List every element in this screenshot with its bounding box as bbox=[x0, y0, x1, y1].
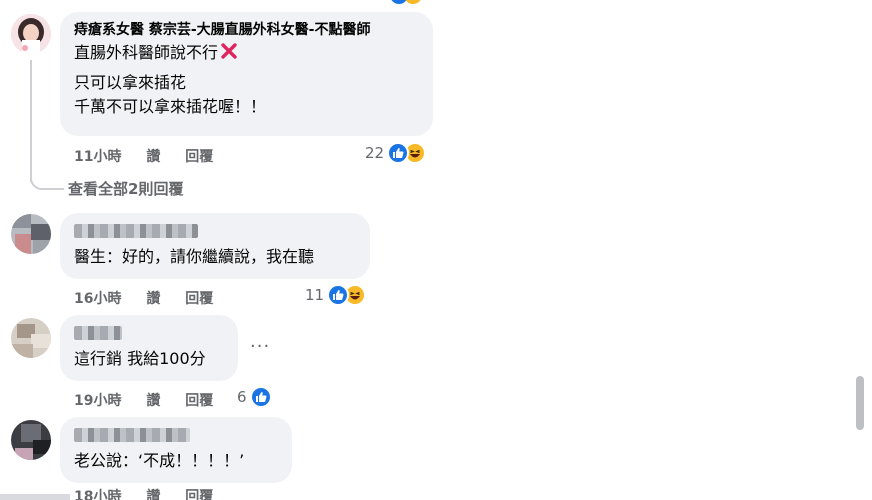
more-options-button[interactable]: ··· bbox=[250, 338, 270, 356]
comment-meta: 11小時 讚 回覆 bbox=[74, 146, 233, 166]
cross-mark-icon bbox=[221, 43, 237, 59]
comment-meta: 19小時 讚 回覆 bbox=[74, 390, 233, 410]
blurred-avatar-icon bbox=[11, 420, 51, 460]
partial-previous-meta bbox=[60, 0, 422, 6]
like-button[interactable]: 讚 bbox=[146, 291, 160, 307]
comment-line: 老公說：‘不成！！！！’ bbox=[74, 451, 245, 470]
reply-button[interactable]: 回覆 bbox=[185, 393, 213, 409]
comment-meta: 16小時 讚 回覆 bbox=[74, 288, 233, 308]
like-button[interactable]: 讚 bbox=[146, 393, 160, 409]
comment-line: 直腸外科醫師說不行 bbox=[74, 41, 419, 65]
partial-element bbox=[0, 494, 70, 500]
like-button[interactable]: 讚 bbox=[146, 149, 160, 165]
comment-time[interactable]: 18小時 bbox=[74, 489, 121, 500]
reply-button[interactable]: 回覆 bbox=[185, 489, 213, 500]
comment-author[interactable] bbox=[74, 324, 224, 343]
like-icon bbox=[249, 386, 272, 408]
scrollbar-thumb[interactable] bbox=[856, 376, 864, 430]
reply-button[interactable]: 回覆 bbox=[185, 149, 213, 165]
haha-icon bbox=[404, 0, 422, 4]
blurred-avatar-icon bbox=[11, 214, 51, 254]
reaction-summary[interactable]: 6 bbox=[237, 386, 272, 408]
like-icon bbox=[387, 142, 410, 164]
comment-line: 千萬不可以拿來插花喔！！ bbox=[74, 97, 267, 116]
comment-author[interactable]: 痔瘡系女醫 蔡宗芸-大腸直腸外科女醫-不點醫師 bbox=[74, 21, 419, 40]
reaction-count: 11 bbox=[305, 286, 325, 304]
reaction-count: 22 bbox=[365, 144, 385, 162]
avatar[interactable] bbox=[11, 14, 51, 54]
view-all-replies-link[interactable]: 查看全部2則回覆 bbox=[68, 178, 183, 199]
like-button[interactable]: 讚 bbox=[146, 489, 160, 500]
reply-button[interactable]: 回覆 bbox=[185, 291, 213, 307]
comment-bubble: 醫生：好的，請你繼續說，我在聽 bbox=[60, 213, 370, 279]
comment-bubble: 老公說：‘不成！！！！’ bbox=[60, 417, 292, 483]
comment-time[interactable]: 16小時 bbox=[74, 291, 121, 307]
comment-bubble: 這行銷 我給100分 bbox=[60, 315, 238, 381]
thread-line-curve bbox=[30, 170, 64, 190]
like-icon bbox=[327, 284, 350, 306]
reaction-summary[interactable]: 11 bbox=[305, 284, 367, 306]
thread-line bbox=[30, 60, 32, 182]
avatar[interactable] bbox=[11, 318, 51, 358]
comment-line: 這行銷 我給100分 bbox=[74, 349, 206, 368]
reaction-count: 6 bbox=[237, 388, 247, 406]
avatar[interactable] bbox=[11, 214, 51, 254]
comment-author[interactable] bbox=[74, 426, 278, 445]
comment-author[interactable] bbox=[74, 222, 356, 241]
comment-meta: 18小時 讚 回覆 bbox=[74, 486, 233, 500]
blurred-avatar-icon bbox=[11, 318, 51, 358]
avatar[interactable] bbox=[11, 420, 51, 460]
comment-line: 只可以拿來插花 bbox=[74, 73, 187, 92]
comment-line: 醫生：好的，請你繼續說，我在聽 bbox=[74, 247, 315, 266]
comment-time[interactable]: 11小時 bbox=[74, 149, 121, 165]
comment-bubble: 痔瘡系女醫 蔡宗芸-大腸直腸外科女醫-不點醫師 直腸外科醫師說不行 只可以拿來插… bbox=[60, 12, 433, 136]
comment-time[interactable]: 19小時 bbox=[74, 393, 121, 409]
doctor-avatar-icon bbox=[11, 14, 51, 54]
reaction-summary[interactable]: 22 bbox=[365, 142, 427, 164]
